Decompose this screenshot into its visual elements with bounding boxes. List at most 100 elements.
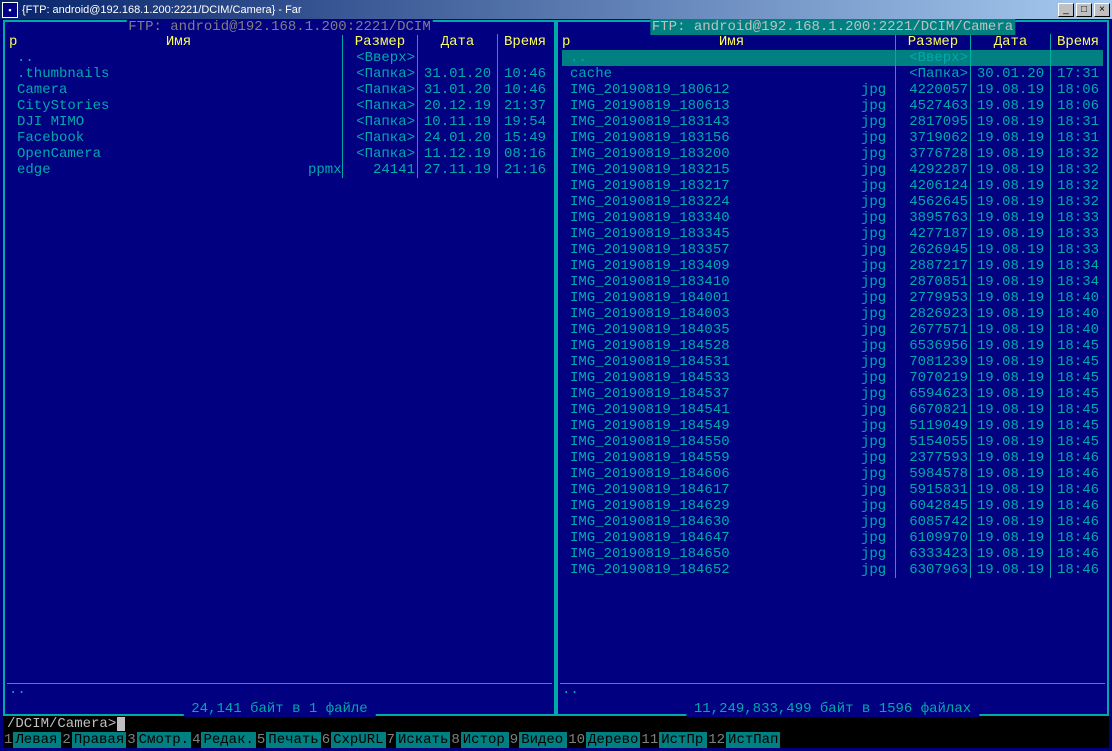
file-row[interactable]: CityStories<Папка>20.12.1921:37 [9, 98, 550, 114]
file-row[interactable]: IMG_20190819_184629jpg604284519.08.1918:… [562, 498, 1103, 514]
file-size: 6307963 [898, 562, 968, 578]
file-ext: jpg [861, 402, 893, 418]
keybar-f5[interactable]: 5Печать [256, 732, 321, 748]
keybar-f2[interactable]: 2Правая [61, 732, 126, 748]
file-ext [308, 146, 340, 162]
hdr-size: Размер [898, 34, 968, 50]
file-time: 08:16 [500, 146, 550, 162]
keybar-f8[interactable]: 8Истор [450, 732, 508, 748]
left-panel[interactable]: FTP: android@192.168.1.200:2221/DCIM р И… [3, 20, 556, 716]
file-row[interactable]: ..<Вверх> [9, 50, 550, 66]
file-row[interactable]: IMG_20190819_180612jpg422005719.08.1918:… [562, 82, 1103, 98]
file-row[interactable]: IMG_20190819_184528jpg653695619.08.1918:… [562, 338, 1103, 354]
right-panel-title: FTP: android@192.168.1.200:2221/DCIM/Cam… [650, 19, 1015, 35]
cursor-icon [117, 717, 125, 731]
file-date: 19.08.19 [973, 258, 1048, 274]
file-row[interactable]: IMG_20190819_183156jpg371906219.08.1918:… [562, 130, 1103, 146]
file-date: 31.01.20 [420, 66, 495, 82]
titlebar[interactable]: ▪ {FTP: android@192.168.1.200:2221/DCIM/… [0, 0, 1112, 19]
file-row[interactable]: IMG_20190819_184035jpg267757119.08.1918:… [562, 322, 1103, 338]
left-headers: р Имя Размер Дата Время [9, 34, 550, 50]
file-row[interactable]: IMG_20190819_184650jpg633342319.08.1918:… [562, 546, 1103, 562]
file-date: 19.08.19 [973, 130, 1048, 146]
keybar-f7[interactable]: 7Искать [386, 732, 451, 748]
command-line[interactable]: /DCIM/Camera> [3, 716, 1109, 732]
file-date: 19.08.19 [973, 546, 1048, 562]
file-row[interactable]: IMG_20190819_184647jpg610997019.08.1918:… [562, 530, 1103, 546]
file-row[interactable]: IMG_20190819_184533jpg707021919.08.1918:… [562, 370, 1103, 386]
keybar-f1[interactable]: 1Левая [3, 732, 61, 748]
file-ext: jpg [861, 306, 893, 322]
file-row[interactable]: .thumbnails<Папка>31.01.2010:46 [9, 66, 550, 82]
file-row[interactable]: IMG_20190819_183340jpg389576319.08.1918:… [562, 210, 1103, 226]
left-file-list[interactable]: ..<Вверх>.thumbnails<Папка>31.01.2010:46… [9, 50, 550, 682]
keybar-f12[interactable]: 12ИстПап [707, 732, 780, 748]
file-date: 19.08.19 [973, 114, 1048, 130]
file-time: 18:06 [1053, 82, 1103, 98]
file-name: IMG_20190819_184528 [570, 338, 861, 354]
file-date: 19.08.19 [973, 370, 1048, 386]
close-button[interactable]: × [1094, 3, 1110, 17]
file-ext: jpg [861, 434, 893, 450]
file-row[interactable]: DJI MIMO<Папка>10.11.1919:54 [9, 114, 550, 130]
file-ext: jpg [861, 130, 893, 146]
key-number: 8 [450, 732, 460, 748]
keybar-f11[interactable]: 11ИстПр [640, 732, 707, 748]
file-row[interactable]: Camera<Папка>31.01.2010:46 [9, 82, 550, 98]
file-date: 19.08.19 [973, 338, 1048, 354]
file-row[interactable]: IMG_20190819_184550jpg515405519.08.1918:… [562, 434, 1103, 450]
file-time: 18:46 [1053, 562, 1103, 578]
file-row[interactable]: IMG_20190819_184541jpg667082119.08.1918:… [562, 402, 1103, 418]
key-bar[interactable]: 1Левая 2Правая3Смотр.4Редак.5Печать6СхрU… [3, 732, 1109, 748]
file-row[interactable]: cache<Папка>30.01.2017:31 [562, 66, 1103, 82]
file-row[interactable]: IMG_20190819_184652jpg630796319.08.1918:… [562, 562, 1103, 578]
keybar-f9[interactable]: 9Видео [509, 732, 567, 748]
keybar-f10[interactable]: 10Дерево [567, 732, 640, 748]
file-ext: jpg [861, 242, 893, 258]
maximize-button[interactable]: □ [1076, 3, 1092, 17]
file-row[interactable]: IMG_20190819_183345jpg427718719.08.1918:… [562, 226, 1103, 242]
file-row[interactable]: IMG_20190819_183410jpg287085119.08.1918:… [562, 274, 1103, 290]
file-date: 11.12.19 [420, 146, 495, 162]
file-row[interactable]: ..<Вверх> [562, 50, 1103, 66]
file-size: <Папка> [898, 66, 968, 82]
file-row[interactable]: IMG_20190819_180613jpg452746319.08.1918:… [562, 98, 1103, 114]
file-row[interactable]: IMG_20190819_184559jpg237759319.08.1918:… [562, 450, 1103, 466]
file-row[interactable]: Facebook<Папка>24.01.2015:49 [9, 130, 550, 146]
file-date: 19.08.19 [973, 402, 1048, 418]
file-row[interactable]: IMG_20190819_184617jpg591583119.08.1918:… [562, 482, 1103, 498]
file-row[interactable]: IMG_20190819_183143jpg281709519.08.1918:… [562, 114, 1103, 130]
key-label: Смотр. [137, 732, 191, 748]
file-time: 18:33 [1053, 242, 1103, 258]
key-number: 10 [567, 732, 586, 748]
file-size: 24141 [345, 162, 415, 178]
file-row[interactable]: IMG_20190819_183409jpg288721719.08.1918:… [562, 258, 1103, 274]
file-ext: jpg [861, 290, 893, 306]
file-row[interactable]: IMG_20190819_184003jpg282692319.08.1918:… [562, 306, 1103, 322]
file-row[interactable]: OpenCamera<Папка>11.12.1908:16 [9, 146, 550, 162]
file-row[interactable]: IMG_20190819_183357jpg262694519.08.1918:… [562, 242, 1103, 258]
file-ext: jpg [861, 386, 893, 402]
file-row[interactable]: IMG_20190819_184537jpg659462319.08.1918:… [562, 386, 1103, 402]
file-name: IMG_20190819_184647 [570, 530, 861, 546]
file-row[interactable]: IMG_20190819_184630jpg608574219.08.1918:… [562, 514, 1103, 530]
file-row[interactable]: edgeppmx2414127.11.1921:16 [9, 162, 550, 178]
file-size: <Папка> [345, 66, 415, 82]
file-row[interactable]: IMG_20190819_183224jpg456264519.08.1918:… [562, 194, 1103, 210]
keybar-f3[interactable]: 3Смотр. [126, 732, 191, 748]
file-row[interactable]: IMG_20190819_183200jpg377672819.08.1918:… [562, 146, 1103, 162]
right-panel[interactable]: FTP: android@192.168.1.200:2221/DCIM/Cam… [556, 20, 1109, 716]
file-name: IMG_20190819_183224 [570, 194, 861, 210]
file-row[interactable]: IMG_20190819_184531jpg708123919.08.1918:… [562, 354, 1103, 370]
file-row[interactable]: IMG_20190819_183215jpg429228719.08.1918:… [562, 162, 1103, 178]
file-row[interactable]: IMG_20190819_184549jpg511904919.08.1918:… [562, 418, 1103, 434]
keybar-f4[interactable]: 4Редак. [191, 732, 256, 748]
file-row[interactable]: IMG_20190819_184001jpg277995319.08.1918:… [562, 290, 1103, 306]
file-ext: jpg [861, 114, 893, 130]
file-time: 18:45 [1053, 402, 1103, 418]
file-row[interactable]: IMG_20190819_183217jpg420612419.08.1918:… [562, 178, 1103, 194]
minimize-button[interactable]: _ [1058, 3, 1074, 17]
right-file-list[interactable]: ..<Вверх>cache<Папка>30.01.2017:31IMG_20… [562, 50, 1103, 682]
keybar-f6[interactable]: 6СхрURL [321, 732, 386, 748]
file-row[interactable]: IMG_20190819_184606jpg598457819.08.1918:… [562, 466, 1103, 482]
